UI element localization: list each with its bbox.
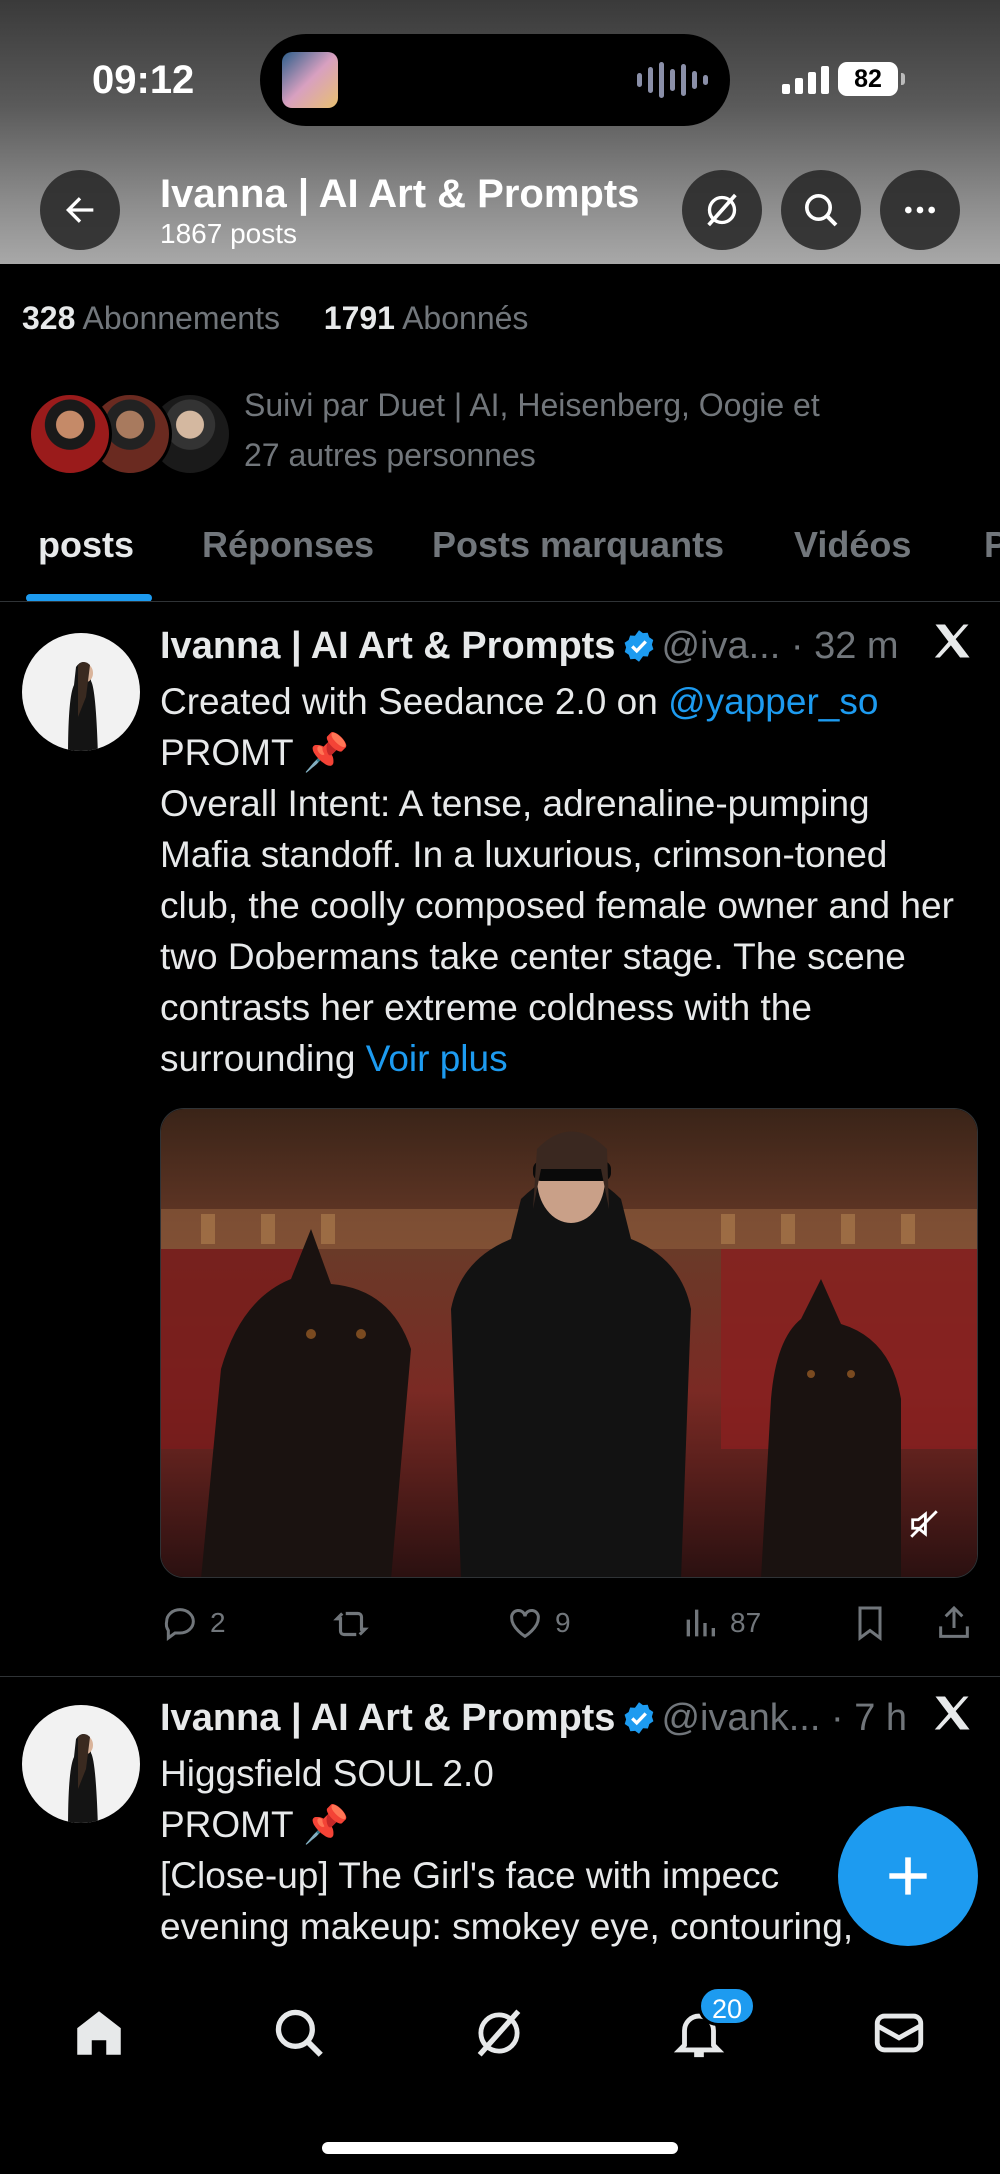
followed-by-line: 27 autres personnes <box>244 437 536 473</box>
like-count: 9 <box>555 1607 571 1638</box>
share-button[interactable] <box>934 1603 974 1643</box>
tab-posts[interactable]: posts <box>38 524 134 566</box>
status-bar: 09:12 82 <box>0 0 1000 160</box>
compose-button[interactable] <box>838 1806 978 1946</box>
page-title: Ivanna | AI Art & Prompts <box>160 172 640 216</box>
followers-count: 1791 <box>323 300 395 336</box>
plus-icon <box>889 1857 927 1895</box>
nav-home[interactable] <box>64 1998 134 2068</box>
repost-button[interactable] <box>330 1603 382 1645</box>
follow-stats: 328 Abonnements 1791 Abonnés <box>22 300 528 337</box>
reply-count: 2 <box>210 1607 226 1638</box>
home-indicator <box>322 2142 678 2154</box>
avatar-figure <box>68 1734 98 1823</box>
views-icon <box>686 1609 715 1637</box>
following-link[interactable]: 328 Abonnements <box>22 300 280 336</box>
tweet[interactable]: Ivanna | AI Art & Prompts @iva... · 32 m … <box>0 603 1000 1676</box>
now-playing-thumbnail <box>282 52 338 108</box>
x-logo-icon <box>930 1691 974 1747</box>
views-button[interactable]: 87 <box>680 1603 761 1643</box>
profile-nav-bar: Ivanna | AI Art & Prompts 1867 posts <box>0 170 1000 254</box>
search-button[interactable] <box>781 170 861 250</box>
verified-icon <box>625 1702 654 1734</box>
followed-by-text: Suivi par Duet | AI, Heisenberg, Oogie e… <box>244 380 964 480</box>
cellular-signal-icon <box>782 66 829 94</box>
notifications-badge: 20 <box>698 1986 756 2026</box>
tweet-time: 7 h <box>854 1697 908 1739</box>
verified-icon <box>625 630 654 662</box>
profile-tabs: posts Réponses Posts marquants Vidéos P <box>0 510 1000 602</box>
tweet-header: Ivanna | AI Art & Prompts @iva... · 32 m <box>160 625 960 668</box>
followed-by[interactable]: Suivi par Duet | AI, Heisenberg, Oogie e… <box>22 380 982 480</box>
bookmark-button[interactable] <box>850 1603 890 1643</box>
tweet-text: Created with Seedance 2.0 on @yapper_so … <box>160 676 960 1084</box>
back-button[interactable] <box>40 170 120 250</box>
like-button[interactable]: 9 <box>505 1603 571 1643</box>
nav-messages[interactable] <box>864 1998 934 2068</box>
following-label: Abonnements <box>82 300 280 336</box>
search-icon <box>805 194 838 227</box>
nav-search[interactable] <box>264 1998 334 2068</box>
mention-link[interactable]: @yapper_so <box>668 681 878 722</box>
tweet-handle: @ivank... <box>661 1697 821 1739</box>
tweet-handle: @iva... <box>661 625 781 667</box>
tweet-time: 32 m <box>814 625 899 667</box>
nav-grok[interactable] <box>464 1998 534 2068</box>
tweet-avatar[interactable] <box>22 1705 140 1823</box>
tweet-author-name[interactable]: Ivanna | AI Art & Prompts <box>160 625 615 667</box>
reply-icon <box>164 1608 195 1641</box>
back-arrow-icon <box>66 197 94 223</box>
video-frame <box>161 1109 977 1577</box>
tweet-line: PROMT 📌 <box>160 1804 350 1845</box>
followed-by-line: Suivi par Duet | AI, Heisenberg, Oogie e… <box>244 387 820 423</box>
more-button[interactable] <box>880 170 960 250</box>
post-count: 1867 posts <box>160 218 297 249</box>
x-logo-icon <box>930 619 974 675</box>
tweet-line: PROMT 📌 <box>160 732 350 773</box>
reply-button[interactable]: 2 <box>160 1603 226 1643</box>
tweet-separator: · <box>790 625 804 667</box>
tweet-avatar[interactable] <box>22 633 140 751</box>
tab-videos[interactable]: Vidéos <box>794 524 911 566</box>
see-more-link[interactable]: Voir plus <box>366 1038 508 1079</box>
mute-icon[interactable] <box>907 1507 941 1541</box>
tweet-author-name[interactable]: Ivanna | AI Art & Prompts <box>160 1697 615 1739</box>
share-icon <box>939 1605 969 1638</box>
dynamic-island[interactable] <box>260 34 730 126</box>
tab-highlights[interactable]: Posts marquants <box>432 524 724 566</box>
status-time: 09:12 <box>92 58 195 102</box>
tweet-line: Higgsfield SOUL 2.0 <box>160 1753 494 1794</box>
home-icon <box>77 2011 121 2055</box>
battery-indicator: 82 <box>838 62 905 96</box>
tweet-actions: 2 9 87 <box>160 1603 978 1653</box>
followers-link[interactable]: 1791 Abonnés <box>324 300 529 336</box>
tab-more[interactable]: P <box>984 524 1000 566</box>
tweet[interactable]: Ivanna | AI Art & Prompts @ivank... · 7 h… <box>0 1677 1000 1968</box>
tab-replies[interactable]: Réponses <box>202 524 374 566</box>
more-icon <box>905 206 935 214</box>
bookmark-icon <box>858 1606 882 1641</box>
tweet-body: Overall Intent: A tense, adrenaline-pump… <box>160 783 954 1079</box>
avatar <box>28 392 112 476</box>
audio-waveform-icon <box>637 60 708 100</box>
followers-label: Abonnés <box>402 300 529 336</box>
avatar-figure <box>68 662 98 751</box>
grok-icon <box>477 2009 521 2057</box>
repost-icon <box>333 1611 369 1637</box>
active-tab-indicator <box>26 594 152 601</box>
search-icon <box>275 2009 323 2057</box>
tweet-separator: · <box>830 1697 844 1739</box>
tweet-text: Higgsfield SOUL 2.0 PROMT 📌 [Close-up] T… <box>160 1748 960 1952</box>
grok-button[interactable] <box>682 170 762 250</box>
tweet-video[interactable] <box>160 1108 978 1578</box>
tweet-line: Created with Seedance 2.0 on <box>160 681 669 722</box>
tweet-header: Ivanna | AI Art & Prompts @ivank... · 7 h <box>160 1697 960 1740</box>
following-count: 328 <box>22 300 76 336</box>
tweet-line: evening makeup: smokey eye, contouring, <box>160 1906 854 1947</box>
like-icon <box>510 1609 540 1639</box>
views-count: 87 <box>730 1607 762 1638</box>
messages-icon <box>874 2013 924 2053</box>
grok-icon <box>707 193 737 227</box>
